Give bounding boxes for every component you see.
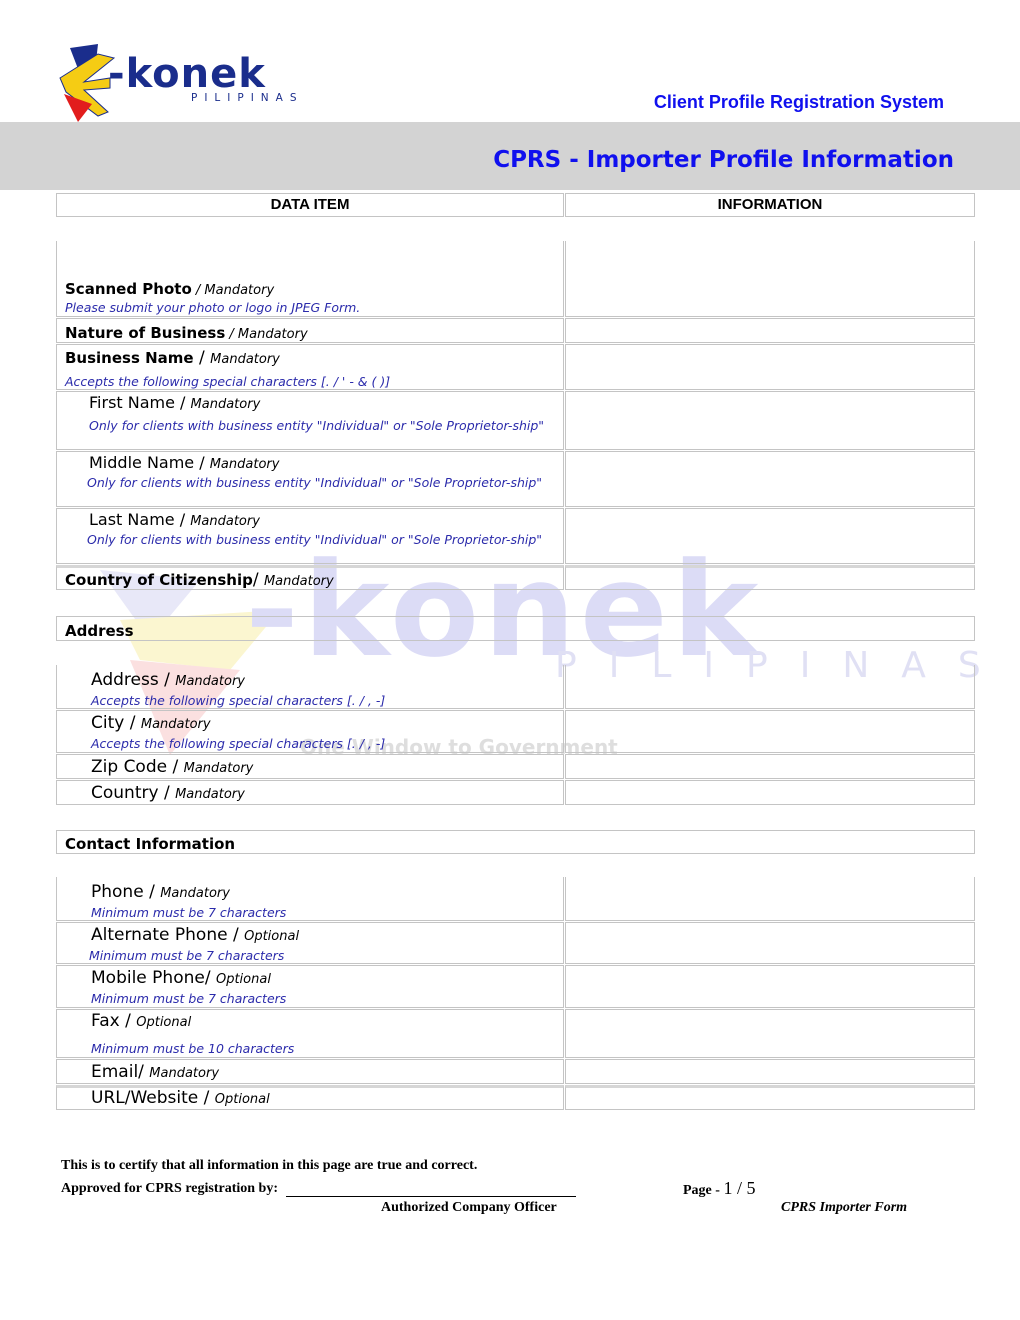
mobile-phone-hint: Minimum must be 7 characters [91,991,287,1006]
fax-label: Fax / Optional [91,1011,192,1031]
signature-caption: Authorized Company Officer [381,1200,557,1215]
first-name-label: First Name / Mandatory [89,393,261,413]
phone-hint: Minimum must be 7 characters [91,905,287,920]
page-indicator: Page - 1 / 5 [683,1178,755,1199]
country-of-citizenship-label: Country of Citizenship/ Mandatory [65,570,334,590]
mobile-phone-field[interactable] [565,965,975,1008]
column-header-information: INFORMATION [565,193,975,217]
mobile-phone-label: Mobile Phone/ Optional [91,968,271,988]
alternate-phone-field[interactable] [565,922,975,964]
zip-code-label: Zip Code / Mandatory [91,757,254,777]
city-field[interactable] [565,710,975,753]
form-name: CPRS Importer Form [781,1200,908,1215]
scanned-photo-label: Scanned Photo / Mandatory [65,280,275,298]
page-label: Page - [683,1183,724,1198]
certify-statement: This is to certify that all information … [61,1158,478,1173]
address-section-title: Address [65,622,134,640]
page-title: CPRS - Importer Profile Information [493,147,954,173]
address-section-header [56,616,975,641]
alternate-phone-label: Alternate Phone / Optional [91,925,300,945]
middle-name-label: Middle Name / Mandatory [89,453,280,473]
zip-code-field[interactable] [565,754,975,779]
country-of-citizenship-field[interactable] [565,565,975,590]
country-label: Country / Mandatory [91,783,245,803]
phone-field[interactable] [565,877,975,921]
column-header-data-item: DATA ITEM [56,193,564,217]
approval-line: Approved for CPRS registration by: [61,1181,576,1197]
last-name-field[interactable] [565,508,975,564]
address-hint: Accepts the following special characters… [91,693,386,708]
fax-hint: Minimum must be 10 characters [91,1041,295,1056]
business-name-hint: Accepts the following special characters… [65,374,391,389]
system-title: Client Profile Registration System [653,92,944,112]
signature-line[interactable] [286,1182,576,1197]
business-name-label: Business Name / Mandatory [65,348,280,368]
page-number: 1 / 5 [723,1178,756,1198]
city-hint: Accepts the following special characters… [91,736,386,751]
city-label: City / Mandatory [91,713,211,733]
logo-text: -konek [108,51,266,97]
approved-label: Approved for CPRS registration by: [61,1181,278,1196]
business-name-field[interactable] [565,344,975,390]
nature-of-business-field[interactable] [565,318,975,343]
url-website-label: URL/Website / Optional [91,1088,270,1108]
nature-of-business-label: Nature of Business / Mandatory [65,324,308,342]
url-website-field[interactable] [565,1085,975,1110]
last-name-hint: Only for clients with business entity "I… [87,532,543,547]
contact-section-title: Contact Information [65,835,236,853]
scanned-photo-field[interactable] [565,241,975,317]
phone-label: Phone / Mandatory [91,882,230,902]
email-label: Email/ Mandatory [91,1062,220,1082]
logo-subtext: PILIPINAS [191,92,304,104]
ekonek-logo: -konek PILIPINAS [58,44,318,124]
first-name-hint: Only for clients with business entity "I… [89,418,545,433]
country-field[interactable] [565,780,975,805]
fax-field[interactable] [565,1009,975,1058]
email-field[interactable] [565,1059,975,1084]
middle-name-hint: Only for clients with business entity "I… [87,475,543,490]
middle-name-field[interactable] [565,451,975,507]
alternate-phone-hint: Minimum must be 7 characters [89,948,285,963]
address-label: Address / Mandatory [91,670,245,690]
last-name-label: Last Name / Mandatory [89,510,260,530]
first-name-field[interactable] [565,391,975,450]
address-field[interactable] [565,665,975,709]
scanned-photo-hint: Please submit your photo or logo in JPEG… [65,300,361,315]
